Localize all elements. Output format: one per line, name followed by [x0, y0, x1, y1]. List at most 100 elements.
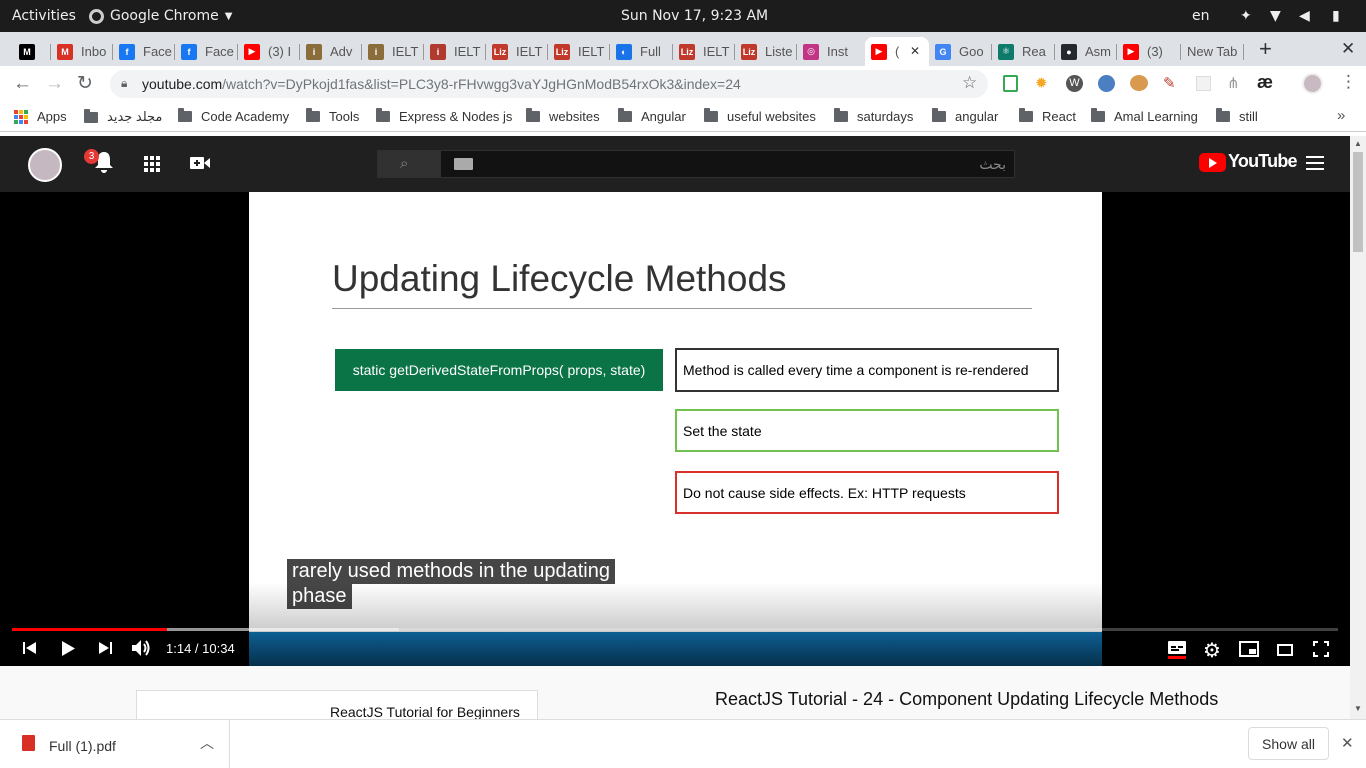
clock[interactable]: Sun Nov 17, 9:23 AM	[621, 8, 768, 24]
blank-extension-icon[interactable]	[1196, 76, 1211, 91]
tab-9[interactable]: Liz IELT	[548, 37, 610, 66]
page-scrollbar[interactable]: ▲ ▼	[1350, 136, 1366, 719]
tab-0[interactable]: M	[13, 37, 51, 66]
tab-19[interactable]: New Tab	[1181, 37, 1244, 66]
download-item[interactable]: Full (1).pdf ︿	[0, 720, 230, 768]
bookmark-folder[interactable]: Code Academy	[178, 108, 289, 124]
tab-18[interactable]: ▶ (3)	[1117, 37, 1181, 66]
sheets-extension-icon[interactable]	[1003, 75, 1018, 92]
tab-1[interactable]: M Inbo	[51, 37, 113, 66]
bookmark-folder[interactable]: still	[1216, 108, 1258, 124]
bookmark-folder[interactable]: مجلد جديد	[84, 108, 162, 125]
folder-icon	[704, 108, 718, 122]
bookmark-folder[interactable]: websites	[526, 108, 600, 124]
chrome-icon	[89, 8, 104, 24]
tab-16[interactable]: ⚛ Rea	[992, 37, 1055, 66]
new-tab-button[interactable]: +	[1259, 36, 1272, 62]
fullscreen-icon[interactable]	[1313, 641, 1329, 662]
reload-icon[interactable]: ↻	[77, 72, 93, 95]
ae-extension-icon[interactable]: æ	[1257, 72, 1273, 93]
compass-extension-icon[interactable]	[1098, 75, 1115, 92]
bookmark-folder[interactable]: Tools	[306, 108, 359, 124]
more-bookmarks-icon[interactable]: »	[1337, 107, 1345, 124]
bookmark-folder[interactable]: Amal Learning	[1091, 108, 1198, 124]
tab-2[interactable]: f Face	[113, 37, 175, 66]
hamburger-menu-icon[interactable]	[1306, 156, 1324, 175]
tab-label: Asm	[1085, 44, 1111, 59]
chevron-up-icon[interactable]: ︿	[200, 733, 214, 753]
location-icon[interactable]: ✦	[1240, 8, 1252, 24]
bookmark-folder-label: Amal Learning	[1114, 109, 1198, 124]
tab-8[interactable]: Liz IELT	[486, 37, 548, 66]
volume-icon[interactable]	[131, 639, 151, 662]
battery-icon[interactable]: ▮	[1332, 8, 1340, 24]
scroll-up-icon[interactable]: ▲	[1354, 139, 1362, 148]
search-button[interactable]: ⌕	[377, 150, 440, 178]
bookmark-star-icon[interactable]: ☆	[962, 73, 977, 93]
close-tab-icon[interactable]: ✕	[910, 44, 920, 58]
eyedropper-extension-icon[interactable]: ✎	[1163, 74, 1176, 92]
volume-icon[interactable]: ◀	[1299, 8, 1310, 24]
playlist-panel[interactable]: ReactJS Tutorial for Beginners	[136, 690, 538, 720]
miniplayer-icon[interactable]	[1239, 641, 1259, 662]
tab-favicon-icon: G	[935, 43, 951, 60]
settings-gear-icon[interactable]: ⚙	[1203, 638, 1221, 663]
tab-14[interactable]: ▶ (✕	[865, 37, 929, 66]
tab-17[interactable]: ● Asm	[1055, 37, 1117, 66]
language-indicator[interactable]: en	[1192, 8, 1210, 24]
forward-icon[interactable]: →	[45, 73, 64, 95]
tab-13[interactable]: ◎ Inst	[797, 37, 865, 66]
progress-played	[12, 628, 167, 631]
bookmark-folder[interactable]: React	[1019, 108, 1076, 124]
tab-15[interactable]: G Goo	[929, 37, 992, 66]
tab-11[interactable]: Liz IELT	[673, 37, 735, 66]
bookmark-folder[interactable]: saturdays	[834, 108, 913, 124]
tree-extension-icon[interactable]: ⋔	[1227, 74, 1240, 92]
apps-grid-icon[interactable]	[144, 156, 160, 177]
create-video-icon[interactable]	[190, 155, 210, 176]
tab-label: IELT	[516, 44, 543, 59]
account-avatar[interactable]	[28, 148, 62, 182]
video-player[interactable]: Updating Lifecycle Methods static getDer…	[0, 192, 1350, 666]
bookmark-folder[interactable]: Angular	[618, 108, 686, 124]
tab-4[interactable]: ▶ (3) I	[238, 37, 300, 66]
tab-label: IELT	[392, 44, 419, 59]
bookmark-folder[interactable]: useful websites	[704, 108, 816, 124]
close-window-icon[interactable]: ✕	[1341, 39, 1355, 59]
gear-extension-icon[interactable]: ✹	[1035, 74, 1048, 92]
bookmark-folder[interactable]: angular	[932, 108, 998, 124]
profile-avatar[interactable]	[1302, 73, 1323, 94]
progress-bar[interactable]	[12, 628, 1338, 631]
next-icon[interactable]	[97, 641, 113, 660]
address-bar[interactable]: 🔒︎ youtube.com/watch?v=DyPkojd1fas&list=…	[110, 70, 988, 98]
bookmark-apps[interactable]: Apps	[14, 109, 67, 124]
youtube-logo-icon[interactable]	[1199, 153, 1226, 172]
menu-dots-icon[interactable]: ⋮	[1340, 72, 1357, 92]
search-input[interactable]: بحث	[440, 150, 1015, 178]
back-icon[interactable]: ←	[13, 73, 32, 95]
app-menu[interactable]: Google Chrome ▼	[89, 8, 232, 24]
tab-5[interactable]: i Adv	[300, 37, 362, 66]
activities-button[interactable]: Activities	[12, 8, 76, 24]
slide-title-rule	[332, 308, 1032, 309]
tab-7[interactable]: i IELT	[424, 37, 486, 66]
scroll-down-icon[interactable]: ▼	[1354, 704, 1362, 713]
play-icon[interactable]	[60, 640, 76, 662]
owl-extension-icon[interactable]	[1130, 75, 1148, 91]
youtube-logo-text[interactable]: YouTube	[1228, 151, 1298, 172]
tab-6[interactable]: i IELT	[362, 37, 424, 66]
tab-3[interactable]: f Face	[175, 37, 238, 66]
subtitles-icon[interactable]	[1168, 641, 1186, 664]
bookmark-folder[interactable]: Express & Nodes js	[376, 108, 512, 124]
wordpress-extension-icon[interactable]: W	[1066, 75, 1083, 92]
show-all-button[interactable]: Show all	[1248, 727, 1329, 760]
previous-icon[interactable]	[22, 641, 38, 660]
keyboard-icon[interactable]	[454, 158, 473, 170]
theater-mode-icon[interactable]	[1277, 643, 1293, 661]
wifi-icon[interactable]: ▼	[1270, 8, 1281, 24]
tab-12[interactable]: Liz Liste	[735, 37, 797, 66]
close-downloads-icon[interactable]: ✕	[1341, 734, 1354, 752]
scrollbar-thumb[interactable]	[1353, 152, 1363, 252]
tab-10[interactable]: ◐ Full	[610, 37, 673, 66]
playlist-title[interactable]: ReactJS Tutorial for Beginners	[330, 704, 520, 720]
